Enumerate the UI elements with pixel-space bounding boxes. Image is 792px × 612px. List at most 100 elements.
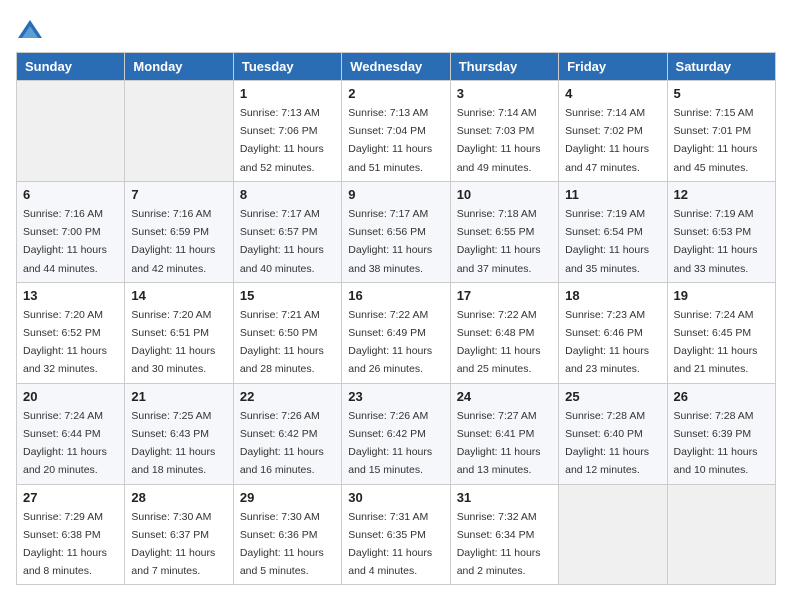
weekday-header-row: SundayMondayTuesdayWednesdayThursdayFrid… <box>17 53 776 81</box>
day-detail: Sunrise: 7:28 AMSunset: 6:39 PMDaylight:… <box>674 410 758 477</box>
day-detail: Sunrise: 7:22 AMSunset: 6:48 PMDaylight:… <box>457 309 541 376</box>
calendar-cell <box>667 484 775 585</box>
calendar-cell <box>17 81 125 182</box>
day-detail: Sunrise: 7:20 AMSunset: 6:51 PMDaylight:… <box>131 309 215 376</box>
calendar-cell: 6 Sunrise: 7:16 AMSunset: 7:00 PMDayligh… <box>17 181 125 282</box>
day-number: 31 <box>457 490 552 505</box>
day-detail: Sunrise: 7:30 AMSunset: 6:36 PMDaylight:… <box>240 511 324 578</box>
day-detail: Sunrise: 7:32 AMSunset: 6:34 PMDaylight:… <box>457 511 541 578</box>
day-number: 30 <box>348 490 443 505</box>
calendar-cell: 31 Sunrise: 7:32 AMSunset: 6:34 PMDaylig… <box>450 484 558 585</box>
calendar-week-4: 20 Sunrise: 7:24 AMSunset: 6:44 PMDaylig… <box>17 383 776 484</box>
day-detail: Sunrise: 7:19 AMSunset: 6:54 PMDaylight:… <box>565 208 649 275</box>
day-detail: Sunrise: 7:14 AMSunset: 7:02 PMDaylight:… <box>565 107 649 174</box>
weekday-header-tuesday: Tuesday <box>233 53 341 81</box>
calendar-cell: 16 Sunrise: 7:22 AMSunset: 6:49 PMDaylig… <box>342 282 450 383</box>
day-detail: Sunrise: 7:30 AMSunset: 6:37 PMDaylight:… <box>131 511 215 578</box>
day-number: 28 <box>131 490 226 505</box>
day-number: 10 <box>457 187 552 202</box>
day-detail: Sunrise: 7:24 AMSunset: 6:44 PMDaylight:… <box>23 410 107 477</box>
calendar-cell: 22 Sunrise: 7:26 AMSunset: 6:42 PMDaylig… <box>233 383 341 484</box>
calendar-cell: 3 Sunrise: 7:14 AMSunset: 7:03 PMDayligh… <box>450 81 558 182</box>
calendar-cell: 14 Sunrise: 7:20 AMSunset: 6:51 PMDaylig… <box>125 282 233 383</box>
page-header <box>16 16 776 44</box>
weekday-header-friday: Friday <box>559 53 667 81</box>
day-detail: Sunrise: 7:29 AMSunset: 6:38 PMDaylight:… <box>23 511 107 578</box>
calendar-cell <box>125 81 233 182</box>
day-number: 19 <box>674 288 769 303</box>
day-detail: Sunrise: 7:24 AMSunset: 6:45 PMDaylight:… <box>674 309 758 376</box>
day-number: 4 <box>565 86 660 101</box>
calendar-cell: 24 Sunrise: 7:27 AMSunset: 6:41 PMDaylig… <box>450 383 558 484</box>
weekday-header-saturday: Saturday <box>667 53 775 81</box>
day-detail: Sunrise: 7:25 AMSunset: 6:43 PMDaylight:… <box>131 410 215 477</box>
day-number: 6 <box>23 187 118 202</box>
weekday-header-wednesday: Wednesday <box>342 53 450 81</box>
day-number: 8 <box>240 187 335 202</box>
calendar-cell: 15 Sunrise: 7:21 AMSunset: 6:50 PMDaylig… <box>233 282 341 383</box>
day-number: 12 <box>674 187 769 202</box>
day-detail: Sunrise: 7:16 AMSunset: 7:00 PMDaylight:… <box>23 208 107 275</box>
calendar-cell: 2 Sunrise: 7:13 AMSunset: 7:04 PMDayligh… <box>342 81 450 182</box>
calendar-cell: 30 Sunrise: 7:31 AMSunset: 6:35 PMDaylig… <box>342 484 450 585</box>
calendar-cell <box>559 484 667 585</box>
calendar-table: SundayMondayTuesdayWednesdayThursdayFrid… <box>16 52 776 585</box>
day-detail: Sunrise: 7:23 AMSunset: 6:46 PMDaylight:… <box>565 309 649 376</box>
calendar-week-1: 1 Sunrise: 7:13 AMSunset: 7:06 PMDayligh… <box>17 81 776 182</box>
day-detail: Sunrise: 7:17 AMSunset: 6:57 PMDaylight:… <box>240 208 324 275</box>
day-detail: Sunrise: 7:16 AMSunset: 6:59 PMDaylight:… <box>131 208 215 275</box>
calendar-cell: 21 Sunrise: 7:25 AMSunset: 6:43 PMDaylig… <box>125 383 233 484</box>
day-number: 20 <box>23 389 118 404</box>
day-number: 26 <box>674 389 769 404</box>
day-number: 15 <box>240 288 335 303</box>
logo <box>16 16 48 44</box>
calendar-week-2: 6 Sunrise: 7:16 AMSunset: 7:00 PMDayligh… <box>17 181 776 282</box>
day-detail: Sunrise: 7:19 AMSunset: 6:53 PMDaylight:… <box>674 208 758 275</box>
day-detail: Sunrise: 7:17 AMSunset: 6:56 PMDaylight:… <box>348 208 432 275</box>
calendar-cell: 19 Sunrise: 7:24 AMSunset: 6:45 PMDaylig… <box>667 282 775 383</box>
calendar-cell: 29 Sunrise: 7:30 AMSunset: 6:36 PMDaylig… <box>233 484 341 585</box>
calendar-week-3: 13 Sunrise: 7:20 AMSunset: 6:52 PMDaylig… <box>17 282 776 383</box>
calendar-cell: 23 Sunrise: 7:26 AMSunset: 6:42 PMDaylig… <box>342 383 450 484</box>
calendar-cell: 8 Sunrise: 7:17 AMSunset: 6:57 PMDayligh… <box>233 181 341 282</box>
calendar-cell: 26 Sunrise: 7:28 AMSunset: 6:39 PMDaylig… <box>667 383 775 484</box>
day-number: 17 <box>457 288 552 303</box>
day-detail: Sunrise: 7:20 AMSunset: 6:52 PMDaylight:… <box>23 309 107 376</box>
day-number: 24 <box>457 389 552 404</box>
day-number: 25 <box>565 389 660 404</box>
day-detail: Sunrise: 7:13 AMSunset: 7:06 PMDaylight:… <box>240 107 324 174</box>
day-detail: Sunrise: 7:22 AMSunset: 6:49 PMDaylight:… <box>348 309 432 376</box>
day-detail: Sunrise: 7:21 AMSunset: 6:50 PMDaylight:… <box>240 309 324 376</box>
weekday-header-monday: Monday <box>125 53 233 81</box>
calendar-cell: 4 Sunrise: 7:14 AMSunset: 7:02 PMDayligh… <box>559 81 667 182</box>
day-number: 5 <box>674 86 769 101</box>
day-number: 18 <box>565 288 660 303</box>
weekday-header-sunday: Sunday <box>17 53 125 81</box>
calendar-week-5: 27 Sunrise: 7:29 AMSunset: 6:38 PMDaylig… <box>17 484 776 585</box>
calendar-cell: 1 Sunrise: 7:13 AMSunset: 7:06 PMDayligh… <box>233 81 341 182</box>
calendar-cell: 25 Sunrise: 7:28 AMSunset: 6:40 PMDaylig… <box>559 383 667 484</box>
calendar-cell: 9 Sunrise: 7:17 AMSunset: 6:56 PMDayligh… <box>342 181 450 282</box>
weekday-header-thursday: Thursday <box>450 53 558 81</box>
day-detail: Sunrise: 7:28 AMSunset: 6:40 PMDaylight:… <box>565 410 649 477</box>
logo-icon <box>16 16 44 44</box>
calendar-cell: 20 Sunrise: 7:24 AMSunset: 6:44 PMDaylig… <box>17 383 125 484</box>
day-number: 23 <box>348 389 443 404</box>
day-detail: Sunrise: 7:15 AMSunset: 7:01 PMDaylight:… <box>674 107 758 174</box>
calendar-cell: 10 Sunrise: 7:18 AMSunset: 6:55 PMDaylig… <box>450 181 558 282</box>
day-number: 3 <box>457 86 552 101</box>
calendar-cell: 13 Sunrise: 7:20 AMSunset: 6:52 PMDaylig… <box>17 282 125 383</box>
day-number: 1 <box>240 86 335 101</box>
day-number: 22 <box>240 389 335 404</box>
day-number: 7 <box>131 187 226 202</box>
calendar-cell: 11 Sunrise: 7:19 AMSunset: 6:54 PMDaylig… <box>559 181 667 282</box>
day-detail: Sunrise: 7:14 AMSunset: 7:03 PMDaylight:… <box>457 107 541 174</box>
day-number: 14 <box>131 288 226 303</box>
calendar-cell: 28 Sunrise: 7:30 AMSunset: 6:37 PMDaylig… <box>125 484 233 585</box>
day-detail: Sunrise: 7:26 AMSunset: 6:42 PMDaylight:… <box>348 410 432 477</box>
day-number: 2 <box>348 86 443 101</box>
day-number: 11 <box>565 187 660 202</box>
calendar-cell: 5 Sunrise: 7:15 AMSunset: 7:01 PMDayligh… <box>667 81 775 182</box>
day-detail: Sunrise: 7:31 AMSunset: 6:35 PMDaylight:… <box>348 511 432 578</box>
day-number: 29 <box>240 490 335 505</box>
